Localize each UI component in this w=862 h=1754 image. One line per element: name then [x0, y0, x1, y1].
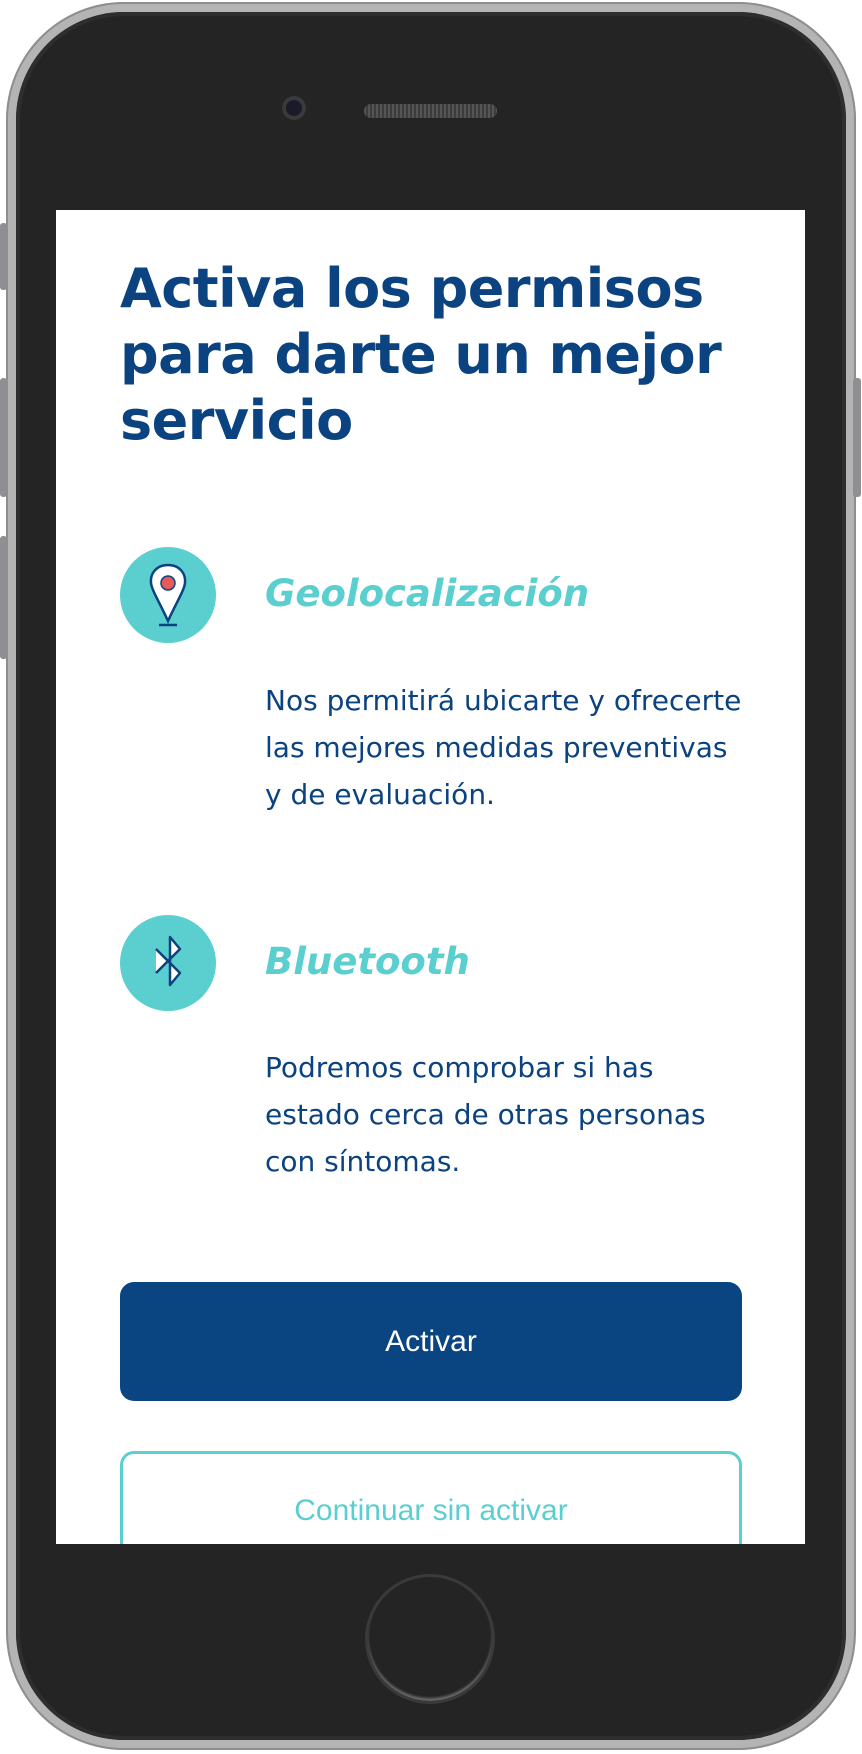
location-pin-icon [120, 547, 216, 643]
page-title: Activa los permisos para darte un mejor … [120, 257, 722, 452]
earpiece-speaker [364, 104, 497, 118]
power-button [853, 378, 861, 497]
bluetooth-title: Bluetooth [265, 940, 470, 983]
volume-up-button [0, 378, 7, 497]
permissions-screen: Activa los permisos para darte un mejor … [56, 210, 805, 1544]
volume-down-button [0, 536, 7, 659]
continue-without-activating-button[interactable]: Continuar sin activar [120, 1451, 742, 1544]
geolocation-title: Geolocalización [265, 572, 590, 615]
front-camera [282, 96, 306, 120]
bluetooth-icon [120, 915, 216, 1011]
activate-button[interactable]: Activar [120, 1282, 742, 1401]
geolocation-description: Nos permitirá ubicarte y ofrecerte las m… [265, 684, 742, 811]
bluetooth-description: Podremos comprobar si has estado cerca d… [265, 1051, 706, 1178]
mute-switch [0, 223, 7, 290]
home-button[interactable] [365, 1574, 495, 1704]
